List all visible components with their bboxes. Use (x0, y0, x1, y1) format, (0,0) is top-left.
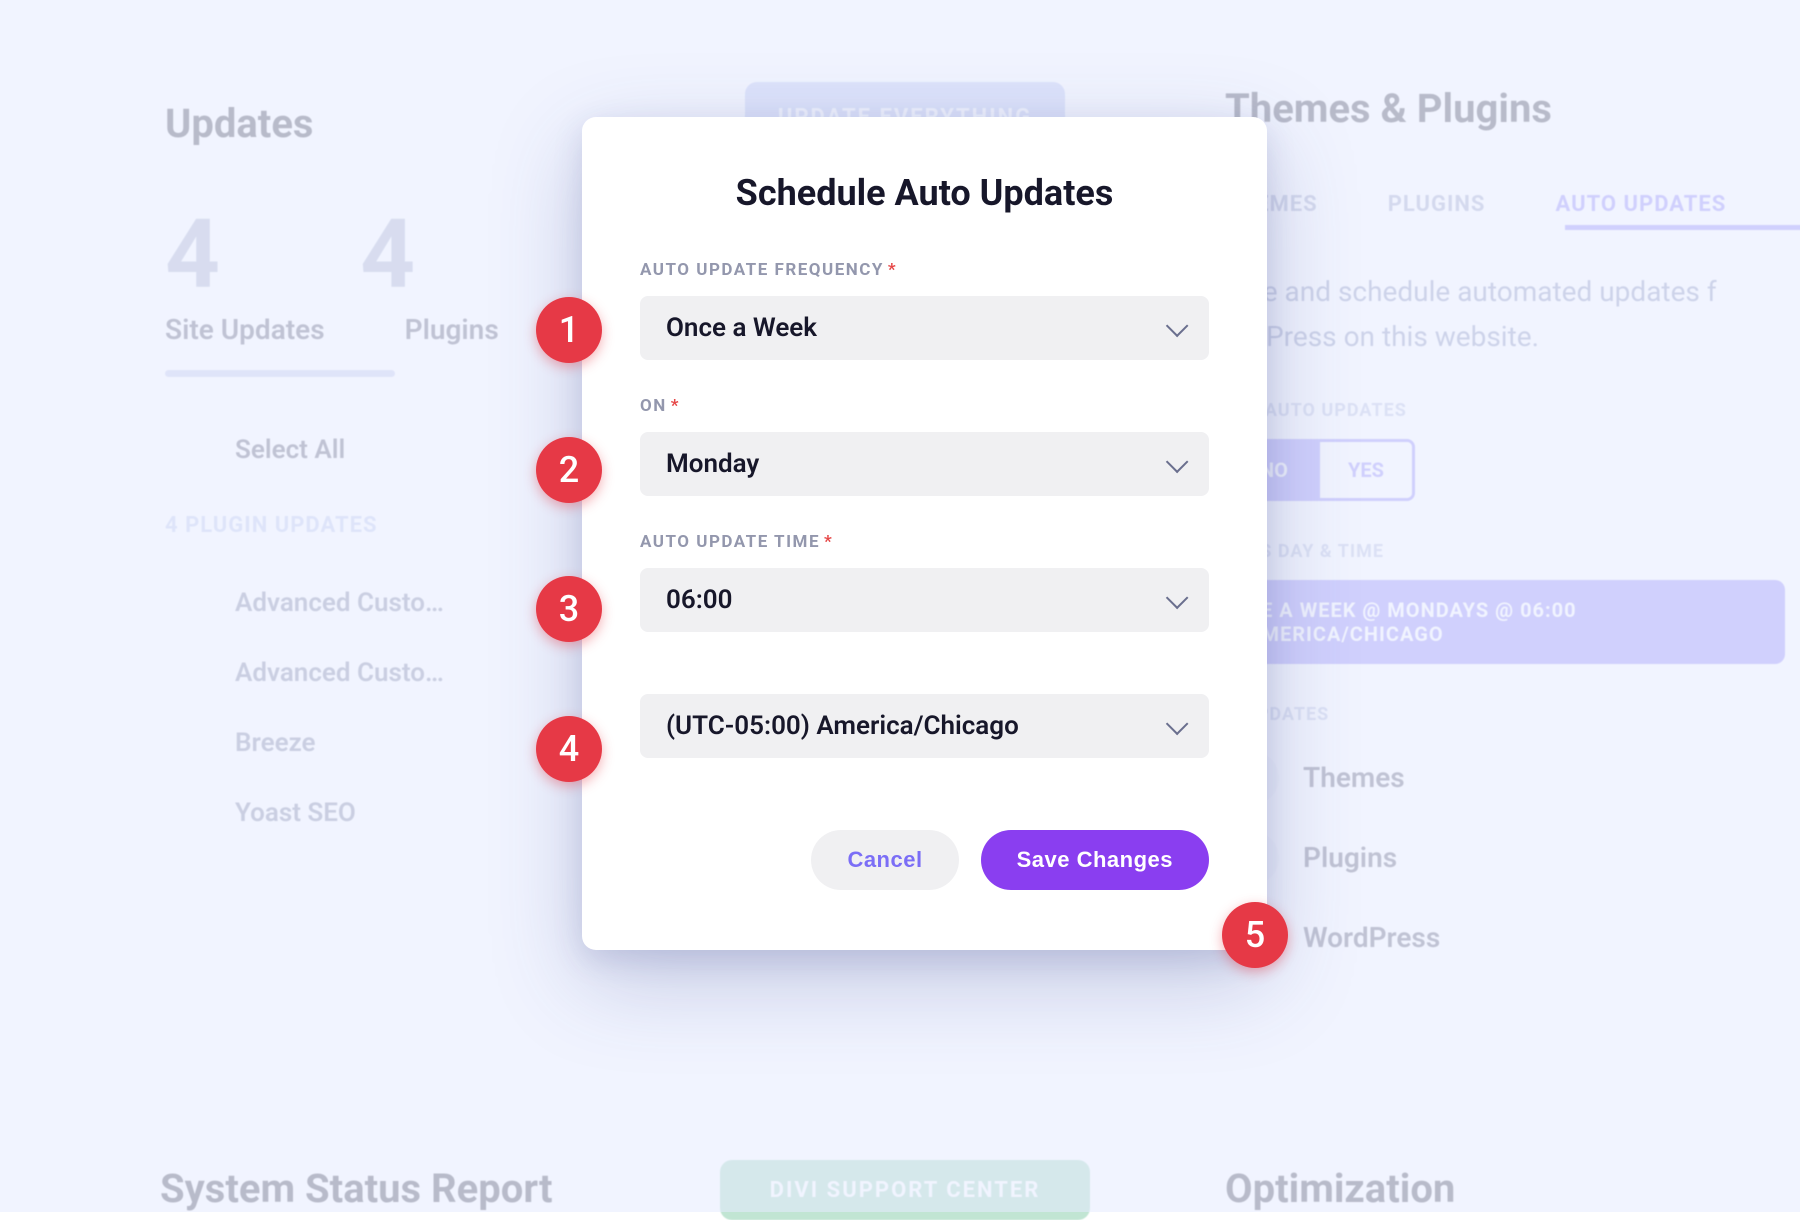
annotation-2: 2 (536, 437, 602, 503)
count-plugins: 4 (360, 207, 415, 303)
chevron-down-icon (1166, 587, 1189, 610)
annotation-3: 3 (536, 576, 602, 642)
updates-heading: Updates (165, 100, 525, 147)
select-all[interactable]: Select All (165, 427, 525, 473)
auto-updates-description: able and schedule automated updates f or… (1225, 270, 1785, 360)
list-item[interactable]: Advanced Custo… (165, 568, 525, 638)
tab-plugins[interactable]: Plugins (405, 313, 499, 346)
on-value: Monday (666, 449, 759, 479)
list-item[interactable]: Yoast SEO (165, 778, 525, 848)
timezone-value: (UTC-05:00) America/Chicago (666, 711, 1019, 741)
cancel-button[interactable]: Cancel (811, 830, 958, 890)
day-time-label: ATES DAY & TIME (1225, 541, 1785, 562)
tab-plugins-right[interactable]: PLUGINS (1388, 192, 1486, 217)
chevron-down-icon (1166, 315, 1189, 338)
time-label: AUTO UPDATE TIME* (640, 532, 1209, 552)
toggle-yes[interactable]: YES (1320, 442, 1412, 498)
on-select[interactable]: Monday (640, 432, 1209, 496)
save-changes-button[interactable]: Save Changes (981, 830, 1209, 890)
system-status-report-heading: System Status Report (160, 1165, 553, 1212)
auto-updates-section-label: O UPDATES (1225, 704, 1785, 725)
plugin-updates-label: 4 PLUGIN UPDATES (165, 513, 525, 538)
auto-update-item-label: Themes (1303, 761, 1405, 794)
schedule-summary[interactable]: CE A WEEK @ MONDAYS @ 06:00 AMERICA/CHIC… (1225, 580, 1785, 664)
auto-update-item-label: Plugins (1303, 841, 1397, 874)
time-select[interactable]: 06:00 (640, 568, 1209, 632)
tab-underline-right (1565, 225, 1800, 230)
on-label: ON* (640, 396, 1209, 416)
count-site-updates: 4 (165, 207, 220, 303)
tab-site-updates[interactable]: Site Updates (165, 313, 325, 346)
auto-update-item-label: WordPress (1303, 921, 1440, 954)
auto-update-row-plugins[interactable]: 2 Plugins (1225, 831, 1785, 885)
divi-support-center-button[interactable]: DIVI SUPPORT CENTER (720, 1160, 1090, 1220)
chevron-down-icon (1166, 713, 1189, 736)
schedule-auto-updates-modal: Schedule Auto Updates AUTO UPDATE FREQUE… (582, 117, 1267, 950)
annotation-1: 1 (536, 297, 602, 363)
annotation-4: 4 (536, 716, 602, 782)
tab-auto-updates[interactable]: AUTO UPDATES (1555, 192, 1726, 217)
optimization-heading: Optimization (1225, 1165, 1455, 1212)
time-value: 06:00 (666, 585, 733, 615)
frequency-select[interactable]: Once a Week (640, 296, 1209, 360)
themes-plugins-heading: Themes & Plugins (1225, 85, 1785, 132)
list-item[interactable]: Advanced Custo… (165, 638, 525, 708)
tab-underline (165, 370, 395, 377)
frequency-value: Once a Week (666, 313, 817, 343)
auto-update-row-wordpress[interactable]: WordPress (1225, 911, 1785, 965)
auto-update-row-themes[interactable]: Themes (1225, 751, 1785, 805)
frequency-label: AUTO UPDATE FREQUENCY* (640, 260, 1209, 280)
annotation-5: 5 (1222, 902, 1288, 968)
modal-title: Schedule Auto Updates (640, 172, 1209, 214)
enable-auto-updates-label: BLE AUTO UPDATES (1225, 400, 1785, 421)
timezone-select[interactable]: (UTC-05:00) America/Chicago (640, 694, 1209, 758)
chevron-down-icon (1166, 451, 1189, 474)
list-item[interactable]: Breeze (165, 708, 525, 778)
